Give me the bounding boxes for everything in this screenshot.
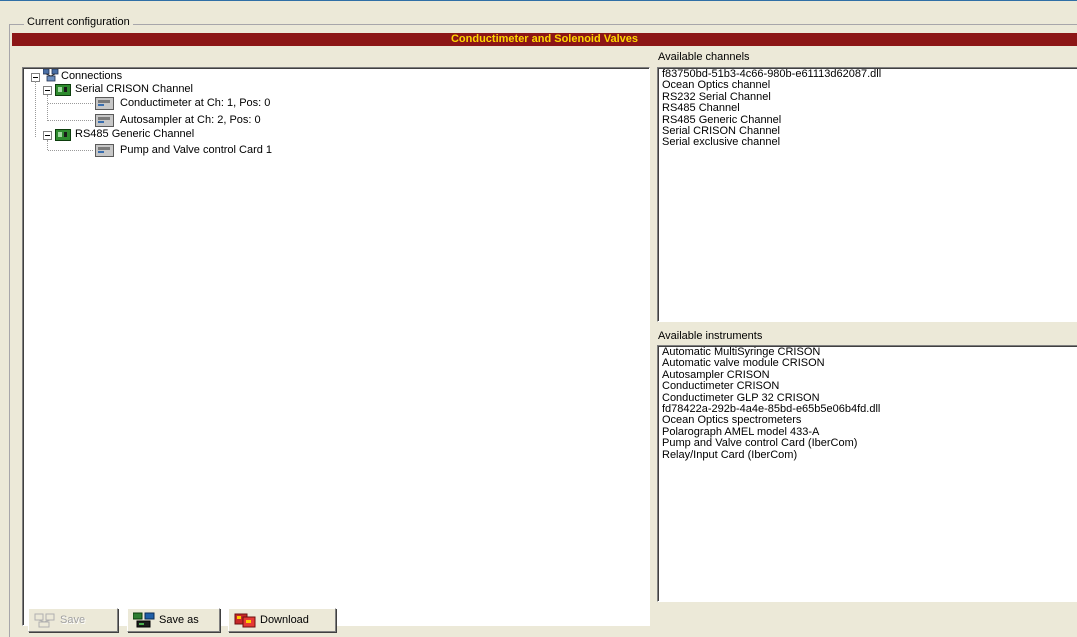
channel-icon (55, 84, 71, 96)
available-instruments-list[interactable]: Automatic MultiSyringe CRISON Automatic … (657, 345, 1077, 602)
connections-tree[interactable]: Connections Serial CRISON Channel Conduc… (22, 67, 650, 626)
download-icon (234, 613, 256, 628)
list-item[interactable]: Conductimeter CRISON (662, 380, 880, 392)
tree-device-autosampler[interactable]: Autosampler at Ch: 2, Pos: 0 (120, 114, 261, 127)
instrument-icon (95, 144, 114, 157)
tree-connector (48, 120, 93, 121)
tree-device-conductimeter[interactable]: Conductimeter at Ch: 1, Pos: 0 (120, 97, 270, 110)
save-as-button[interactable]: Save as (127, 608, 220, 632)
collapse-icon[interactable] (43, 131, 52, 140)
save-button[interactable]: Save (28, 608, 118, 632)
save-network-icon (34, 613, 55, 628)
tree-channel-rs485-generic[interactable]: RS485 Generic Channel (75, 128, 194, 141)
save-as-label: Save as (159, 614, 199, 626)
tree-connector (47, 140, 48, 150)
tree-connector (47, 95, 48, 121)
list-item[interactable]: Pump and Valve control Card (IberCom) (662, 437, 880, 449)
group-caption: Current configuration (24, 15, 133, 29)
instrument-icon (95, 97, 114, 110)
tree-device-pump-valve-card[interactable]: Pump and Valve control Card 1 (120, 144, 272, 157)
collapse-icon[interactable] (43, 86, 52, 95)
list-item[interactable]: Relay/Input Card (IberCom) (662, 449, 880, 461)
download-button[interactable]: Download (228, 608, 336, 632)
available-channels-list[interactable]: f83750bd-51b3-4c66-980b-e61113d62087.dll… (657, 67, 1077, 322)
list-item[interactable]: Serial exclusive channel (662, 137, 881, 149)
list-item[interactable]: RS485 Channel (662, 102, 881, 114)
configuration-title: Conductimeter and Solenoid Valves (12, 33, 1077, 46)
tree-connector (48, 150, 93, 151)
tree-root-connections[interactable]: Connections (61, 70, 122, 83)
download-label: Download (260, 614, 309, 626)
save-as-network-icon (133, 612, 155, 628)
tree-connector (48, 103, 93, 104)
window-top-border (0, 0, 1077, 1)
instrument-icon (95, 114, 114, 127)
channel-icon (55, 129, 71, 141)
available-channels-label: Available channels (658, 51, 750, 63)
tree-connector (35, 81, 36, 137)
available-instruments-label: Available instruments (658, 330, 763, 342)
save-label: Save (60, 614, 86, 626)
tree-channel-serial-crison[interactable]: Serial CRISON Channel (75, 83, 193, 96)
network-icon (43, 69, 59, 82)
